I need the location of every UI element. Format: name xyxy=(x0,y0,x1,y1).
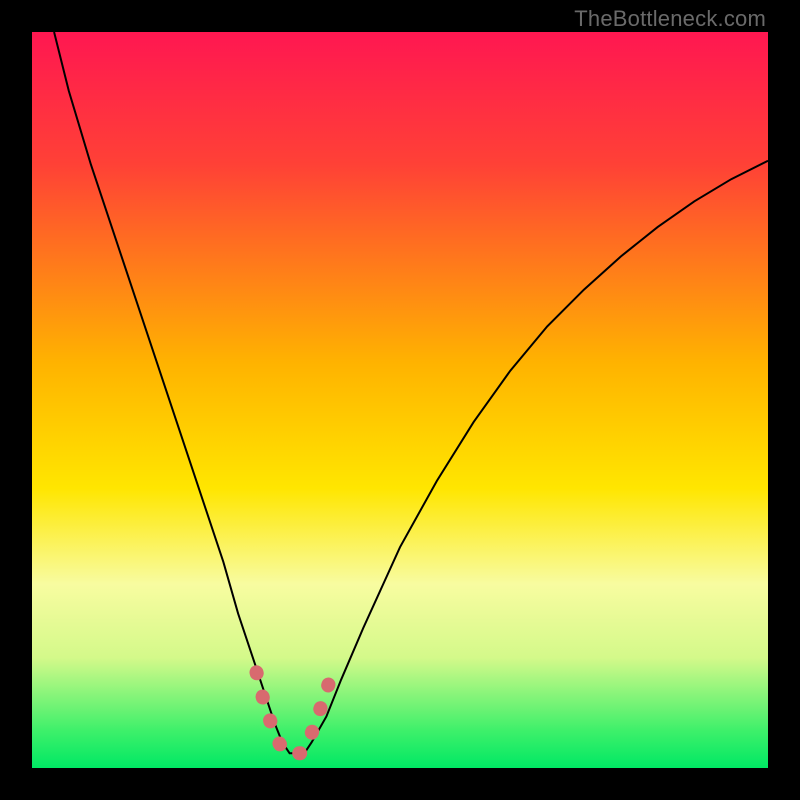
chart-svg xyxy=(32,32,768,768)
watermark-text: TheBottleneck.com xyxy=(574,6,766,32)
chart-frame: TheBottleneck.com xyxy=(0,0,800,800)
gradient-background xyxy=(32,32,768,768)
plot-area xyxy=(32,32,768,768)
